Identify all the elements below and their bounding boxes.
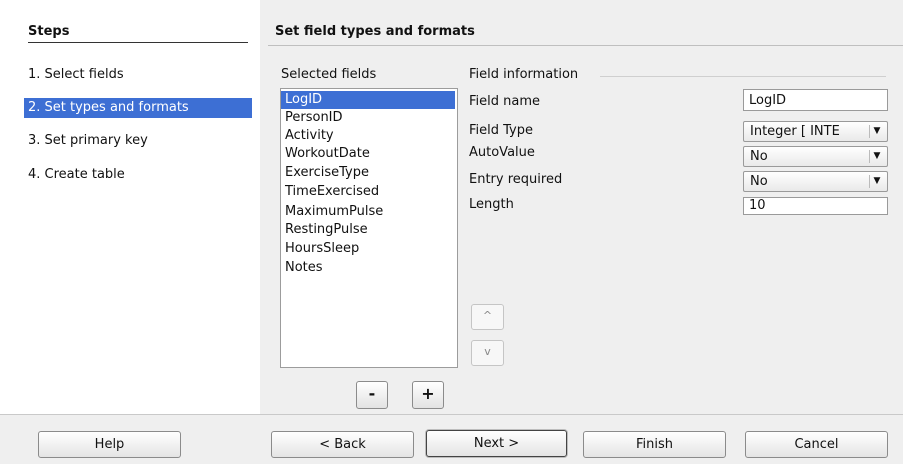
cancel-button[interactable]: Cancel <box>745 431 888 458</box>
list-item[interactable]: WorkoutDate <box>285 145 370 163</box>
steps-divider <box>28 42 248 43</box>
selected-fields-list[interactable]: LogID PersonID Activity WorkoutDate Exer… <box>280 88 458 368</box>
list-item[interactable]: HoursSleep <box>285 240 359 258</box>
back-button[interactable]: < Back <box>271 431 414 458</box>
field-type-value: Integer [ INTE <box>750 124 840 139</box>
next-button[interactable]: Next > <box>426 430 567 457</box>
move-up-button[interactable]: ^ <box>471 304 504 330</box>
chevron-up-icon: ^ <box>482 309 493 322</box>
field-type-select[interactable]: Integer [ INTE ▼ <box>743 121 888 142</box>
dropdown-arrow-icon[interactable]: ▼ <box>869 175 884 188</box>
chevron-down-icon: v <box>484 345 491 358</box>
steps-title: Steps <box>28 24 70 39</box>
remove-field-button[interactable]: - <box>356 381 388 409</box>
dropdown-arrow-icon[interactable]: ▼ <box>869 125 884 138</box>
list-item[interactable]: TimeExercised <box>285 183 379 201</box>
entry-required-label: Entry required <box>469 172 563 187</box>
step-create-table[interactable]: 4. Create table <box>28 165 125 185</box>
entry-required-select[interactable]: No ▼ <box>743 171 888 192</box>
dropdown-arrow-icon[interactable]: ▼ <box>869 150 884 163</box>
step-set-primary-key[interactable]: 3. Set primary key <box>28 131 148 151</box>
field-type-label: Field Type <box>469 123 533 138</box>
field-information-divider <box>600 76 886 77</box>
entry-required-value: No <box>750 174 768 189</box>
field-name-input[interactable]: LogID <box>743 89 888 111</box>
finish-button[interactable]: Finish <box>583 431 726 458</box>
list-item[interactable]: ExerciseType <box>285 164 369 182</box>
title-divider <box>268 45 903 46</box>
step-set-types-and-formats[interactable]: 2. Set types and formats <box>24 98 252 118</box>
step-select-fields[interactable]: 1. Select fields <box>28 65 124 85</box>
field-name-label: Field name <box>469 94 541 109</box>
add-field-button[interactable]: + <box>412 381 444 409</box>
list-item[interactable]: PersonID <box>285 109 343 127</box>
page-title: Set field types and formats <box>275 24 475 39</box>
help-button[interactable]: Help <box>38 431 181 458</box>
autovalue-value: No <box>750 149 768 164</box>
autovalue-select[interactable]: No ▼ <box>743 146 888 167</box>
list-item[interactable]: Activity <box>285 127 334 145</box>
list-item[interactable]: Notes <box>285 259 323 277</box>
selected-fields-label: Selected fields <box>281 67 377 82</box>
field-information-label: Field information <box>469 67 579 82</box>
list-item[interactable]: MaximumPulse <box>285 203 383 221</box>
length-input[interactable]: 10 <box>743 197 888 215</box>
move-down-button[interactable]: v <box>471 340 504 366</box>
steps-pane <box>0 0 260 414</box>
list-item[interactable]: LogID <box>281 91 455 109</box>
autovalue-label: AutoValue <box>469 145 535 160</box>
footer-divider <box>0 414 903 415</box>
length-label: Length <box>469 197 514 212</box>
list-item[interactable]: RestingPulse <box>285 221 368 239</box>
